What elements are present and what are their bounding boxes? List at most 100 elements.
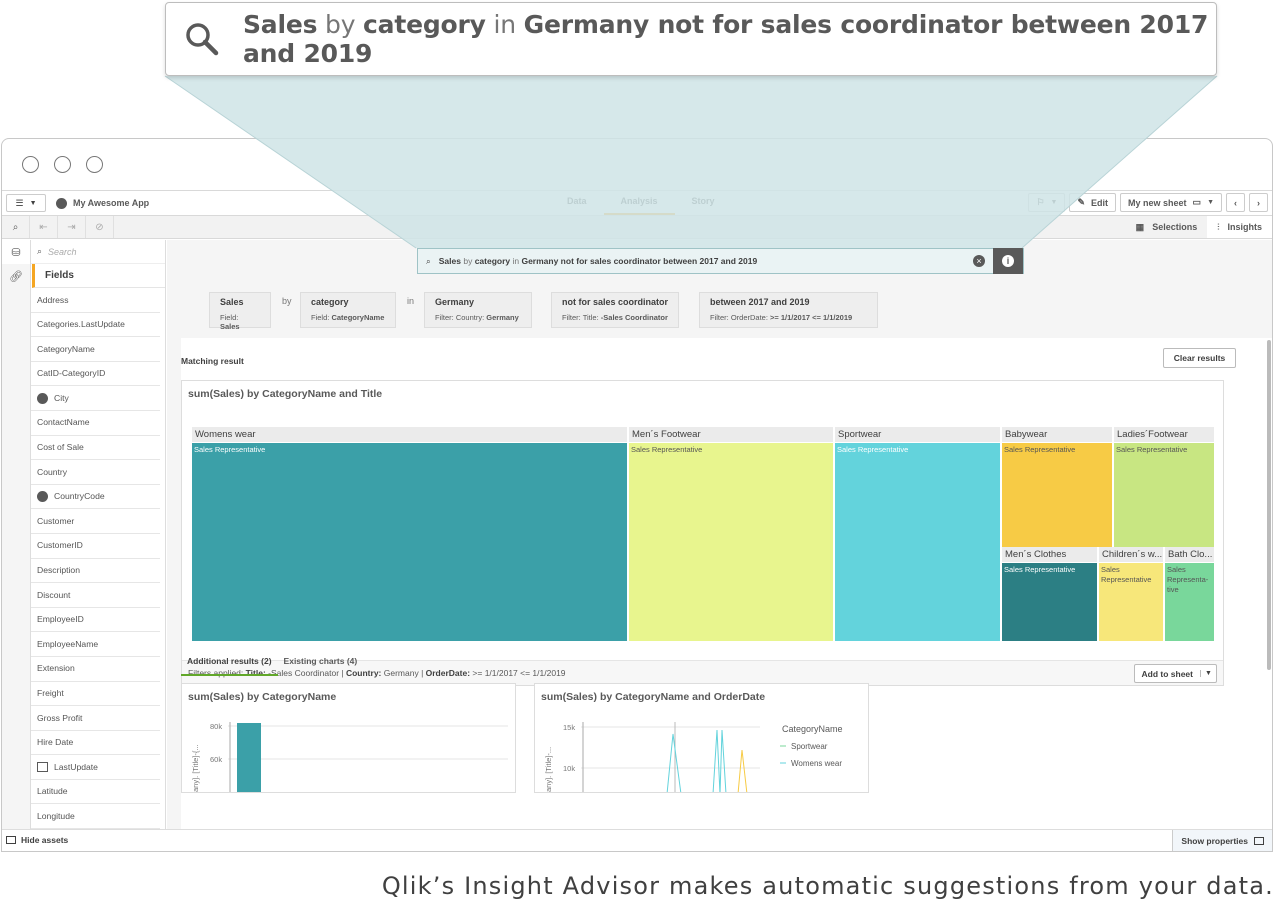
query-part: in	[510, 256, 522, 266]
previous-sheet-button[interactable]: ‹	[1226, 193, 1245, 212]
next-sheet-button[interactable]: ›	[1249, 193, 1268, 212]
treemap-cell[interactable]: Sales Representative	[1114, 443, 1214, 547]
clear-query-icon[interactable]: ×	[973, 255, 985, 267]
link-icon[interactable]: 🔗︎	[2, 264, 30, 288]
legend-item: Sportwear	[791, 742, 828, 751]
tab-existing-charts[interactable]: Existing charts (4)	[278, 652, 364, 676]
field-item[interactable]: ContactName	[31, 411, 160, 436]
treemap-cell[interactable]: Sales Representa-tive	[1165, 563, 1214, 641]
clear-selections-icon[interactable]: ⊘	[86, 216, 114, 238]
legend-item: Womens wear	[791, 759, 842, 768]
database-icon[interactable]: ⛁	[2, 240, 30, 264]
fields-heading[interactable]: Fields	[32, 264, 165, 288]
treemap-category-label[interactable]: Ladies´Footwear	[1114, 427, 1214, 442]
insights-button[interactable]: ⫶ Insights	[1207, 216, 1272, 238]
treemap-cell[interactable]: Sales Representative	[835, 443, 1000, 641]
insight-search-bar[interactable]: ⌕ Sales by category in Germany not for s…	[417, 248, 1024, 274]
field-label: Cost of Sale	[37, 442, 84, 453]
field-item[interactable]: CatID-CategoryID	[31, 362, 160, 387]
treemap-category-label[interactable]: Babywear	[1002, 427, 1112, 442]
treemap-cell[interactable]: Sales Representative	[1099, 563, 1163, 641]
tab-story[interactable]: Story	[675, 191, 732, 215]
smart-search-icon[interactable]: ⌕	[2, 216, 30, 238]
selections-label: Selections	[1152, 222, 1198, 232]
query-token-not-sales-coordinator[interactable]: not for sales coordinator Filter: Title:…	[551, 292, 679, 328]
tab-analysis[interactable]: Analysis	[603, 191, 675, 215]
tab-additional-results[interactable]: Additional results (2)	[181, 652, 278, 676]
token-subtitle: Field: Sales	[220, 313, 240, 331]
field-item[interactable]: LastUpdate	[31, 755, 160, 780]
field-item[interactable]: Gross Profit	[31, 706, 160, 731]
main-scrollbar[interactable]	[1267, 340, 1271, 670]
field-label: Address	[37, 294, 69, 305]
main-result-card[interactable]: sum(Sales) by CategoryName and Title Wom…	[181, 380, 1224, 686]
selections-button[interactable]: ▦ Selections	[1126, 216, 1208, 238]
field-item[interactable]: Discount	[31, 583, 160, 608]
additional-result-card-2[interactable]: sum(Sales) by CategoryName and OrderDate…	[534, 683, 869, 793]
clear-results-button[interactable]: Clear results	[1163, 348, 1236, 368]
query-token-sales[interactable]: Sales Field: Sales	[209, 292, 271, 331]
field-item[interactable]: Country	[31, 460, 160, 485]
treemap-category-label[interactable]: Womens wear	[192, 427, 627, 442]
field-item[interactable]: Cost of Sale	[31, 436, 160, 461]
field-item[interactable]: Hire Date	[31, 731, 160, 756]
globe-icon	[37, 392, 48, 404]
info-icon: i	[1002, 255, 1014, 267]
step-forward-icon[interactable]: ⇥	[58, 216, 86, 238]
treemap-category-label[interactable]: Children´s w...	[1099, 547, 1163, 562]
query-token-category[interactable]: category Field: CategoryName	[300, 292, 396, 328]
treemap-category-label[interactable]: Men´s Clothes	[1002, 547, 1097, 562]
field-label: EmployeeName	[37, 638, 99, 649]
query-part: category	[363, 10, 486, 39]
edit-button[interactable]: ✎ Edit	[1069, 193, 1117, 212]
field-item[interactable]: EmployeeID	[31, 608, 160, 633]
window-minimize-button[interactable]	[54, 156, 71, 173]
field-item[interactable]: City	[31, 386, 160, 411]
treemap-chart[interactable]: Womens wear Sales Representative Men´s Foo…	[192, 427, 1214, 641]
add-to-sheet-button[interactable]: Add to sheet ▼	[1133, 664, 1217, 683]
field-item[interactable]: CountryCode	[31, 485, 160, 510]
chevron-down-icon[interactable]: ▼	[1200, 670, 1216, 677]
field-item[interactable]: Freight	[31, 682, 160, 707]
field-item[interactable]: Description	[31, 559, 160, 584]
window-close-button[interactable]	[22, 156, 39, 173]
sheet-selector[interactable]: My new sheet ▭ ▼	[1120, 193, 1222, 212]
additional-result-card-1[interactable]: sum(Sales) by CategoryName any]. [Title]…	[181, 683, 516, 793]
treemap-category-label[interactable]: Sportwear	[835, 427, 1000, 442]
window-maximize-button[interactable]	[86, 156, 103, 173]
field-item[interactable]: Longitude	[31, 804, 160, 829]
globe-icon	[37, 491, 48, 503]
field-label: Gross Profit	[37, 712, 83, 723]
step-back-icon[interactable]: ⇤	[30, 216, 58, 238]
global-menu-button[interactable]: ☰ ▼	[6, 194, 46, 212]
connector-in: in	[407, 296, 415, 306]
field-item[interactable]: CategoryName	[31, 337, 160, 362]
bookmark-button[interactable]: ⚐ ▼	[1028, 193, 1066, 212]
search-icon	[184, 21, 220, 57]
treemap-cell[interactable]: Sales Representative	[1002, 563, 1097, 641]
hide-assets-button[interactable]: Hide assets	[6, 835, 68, 845]
y-axis-label: any]. [Title]-{...	[191, 744, 200, 792]
field-item[interactable]: Extension	[31, 657, 160, 682]
treemap-category-label[interactable]: Men´s Footwear	[629, 427, 833, 442]
treemap-cell[interactable]: Sales Representative	[192, 443, 627, 641]
app-title[interactable]: My Awesome App	[56, 197, 149, 209]
field-item[interactable]: EmployeeName	[31, 632, 160, 657]
fields-search-input[interactable]: ⌕ Search	[31, 240, 165, 264]
field-item[interactable]: Latitude	[31, 780, 160, 805]
field-item[interactable]: Categories.LastUpdate	[31, 313, 160, 338]
query-token-germany[interactable]: Germany Filter: Country: Germany	[424, 292, 532, 328]
field-item[interactable]: CustomerID	[31, 534, 160, 559]
query-token-date-range[interactable]: between 2017 and 2019 Filter: OrderDate:…	[699, 292, 878, 328]
field-item[interactable]: Address	[31, 288, 160, 313]
result-tabs: Additional results (2) Existing charts (…	[181, 652, 363, 676]
treemap-cell[interactable]: Sales Representative	[629, 443, 833, 641]
insight-query-text[interactable]: Sales by category in Germany not for sal…	[439, 256, 973, 266]
show-properties-button[interactable]: Show properties	[1172, 830, 1272, 851]
treemap-category-label[interactable]: Bath Clo...	[1165, 547, 1214, 562]
tab-data[interactable]: Data	[550, 191, 604, 215]
treemap-cell[interactable]: Sales Representative	[1002, 443, 1112, 547]
info-button[interactable]: i	[993, 248, 1023, 274]
field-item[interactable]: Customer	[31, 509, 160, 534]
zoomed-search-callout: Sales by category in Germany not for sal…	[165, 2, 1217, 76]
